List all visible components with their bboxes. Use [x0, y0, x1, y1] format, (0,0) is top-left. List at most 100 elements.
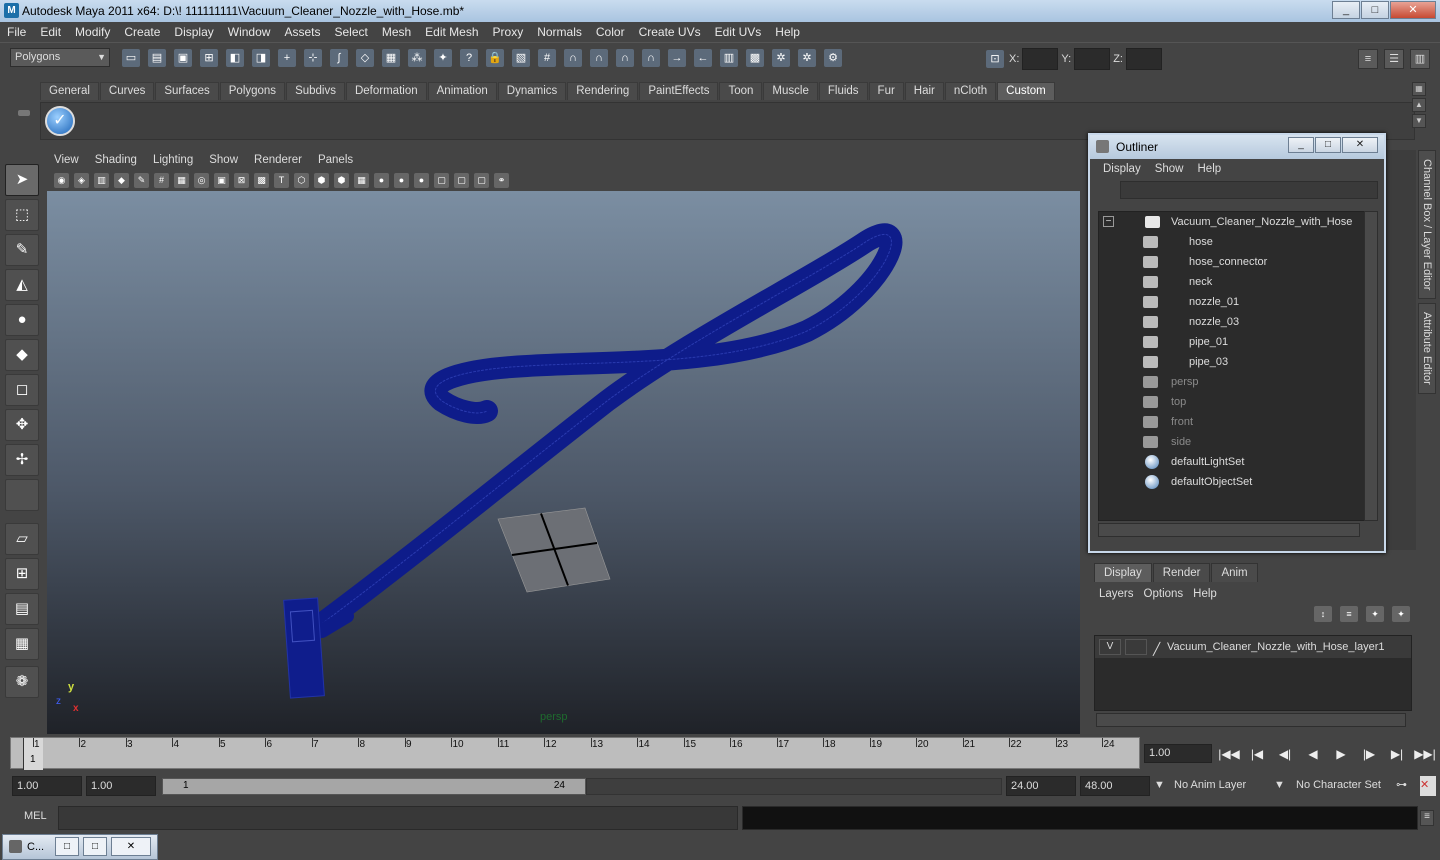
construction-history-icon[interactable]: ▥: [720, 49, 738, 67]
last-tool-icon[interactable]: [5, 479, 39, 511]
ipr-render-icon[interactable]: ✲: [798, 49, 816, 67]
grease-pencil-icon[interactable]: ✎: [134, 172, 149, 188]
new-scene-icon[interactable]: ▭: [122, 49, 140, 67]
wireframe-icon[interactable]: ⬡: [294, 172, 309, 188]
outliner-menu-help[interactable]: Help: [1191, 163, 1229, 175]
range-slider-bar[interactable]: 1 24: [162, 778, 586, 795]
safe-action-icon[interactable]: ▩: [254, 172, 269, 188]
outliner-close-button[interactable]: ✕: [1342, 137, 1378, 153]
persp-graph-layout-icon[interactable]: ▦: [5, 628, 39, 660]
universal-manipulator-icon[interactable]: ✥: [5, 409, 39, 441]
list-item[interactable]: top: [1099, 392, 1365, 412]
menu-color[interactable]: Color: [589, 25, 632, 39]
playback-start-field[interactable]: 1.00: [86, 776, 156, 796]
time-slider[interactable]: 1 1 2 3 4 5 6 7 8 9 10 11 12 13 14 15 16 17 18 19 20 21 22 23 2…: [10, 737, 1140, 770]
gate-mask-icon[interactable]: ▣: [214, 172, 229, 188]
shelf-tab-animation[interactable]: Animation: [427, 82, 497, 100]
menu-edit-mesh[interactable]: Edit Mesh: [418, 25, 485, 39]
shelf-tab-custom[interactable]: Custom: [997, 82, 1055, 100]
rotate-tool-icon[interactable]: ◆: [5, 339, 39, 371]
menu-edit-uvs[interactable]: Edit UVs: [708, 25, 769, 39]
chevron-down-icon[interactable]: ▼: [1274, 776, 1288, 796]
go-to-start-icon[interactable]: |◀◀: [1216, 744, 1242, 764]
layer-tab-anim[interactable]: Anim: [1211, 563, 1258, 582]
outliner-titlebar[interactable]: Outliner _ □ ✕: [1090, 135, 1384, 159]
select-misc-icon[interactable]: ?: [460, 49, 478, 67]
shelf-tab-deformation[interactable]: Deformation: [345, 82, 427, 100]
step-forward-frame-icon[interactable]: ▶|: [1384, 744, 1410, 764]
auto-key-icon[interactable]: ⊶: [1396, 776, 1416, 796]
list-item[interactable]: hose: [1099, 232, 1365, 252]
menu-create[interactable]: Create: [117, 25, 167, 39]
select-deformations-icon[interactable]: ▦: [382, 49, 400, 67]
move-layer-up-icon[interactable]: ↕: [1314, 606, 1332, 622]
persp-outliner-layout-icon[interactable]: ▤: [5, 593, 39, 625]
use-all-lights-icon[interactable]: ●: [374, 172, 389, 188]
x-field[interactable]: [1022, 48, 1059, 70]
attribute-editor-toggle-icon[interactable]: ≡: [1358, 49, 1378, 69]
safe-title-icon[interactable]: T: [274, 172, 289, 188]
wireframe-on-shaded-icon[interactable]: ⬢: [334, 172, 349, 188]
select-handles-icon[interactable]: +: [278, 49, 296, 67]
select-curves-icon[interactable]: ∫: [330, 49, 348, 67]
panel-menu-shading[interactable]: Shading: [87, 154, 145, 166]
shelf-scroll-up-icon[interactable]: ▲: [1412, 98, 1426, 112]
end-time-field[interactable]: 48.00: [1080, 776, 1150, 796]
shelf-tab-general[interactable]: General: [40, 82, 99, 100]
render-settings-icon[interactable]: ⚙: [824, 49, 842, 67]
layer-menu-help[interactable]: Help: [1188, 588, 1222, 600]
animation-prefs-icon[interactable]: ✕: [1420, 776, 1436, 796]
select-object-icon[interactable]: ◧: [226, 49, 244, 67]
shelf-tab-hair[interactable]: Hair: [904, 82, 944, 100]
select-dynamics-icon[interactable]: ⁂: [408, 49, 426, 67]
snap-plane-icon[interactable]: ∩: [616, 49, 634, 67]
step-back-key-icon[interactable]: ◀|: [1272, 744, 1298, 764]
isolate-select-icon[interactable]: ▢: [434, 172, 449, 188]
render-current-icon[interactable]: ✲: [772, 49, 790, 67]
step-back-frame-icon[interactable]: |◀: [1244, 744, 1270, 764]
snap-grid-icon[interactable]: #: [538, 49, 556, 67]
move-tool-icon[interactable]: ●: [5, 304, 39, 336]
shelf-tab-polygons[interactable]: Polygons: [219, 82, 286, 100]
shelf-tab-rendering[interactable]: Rendering: [567, 82, 639, 100]
xray-components-icon[interactable]: ⚭: [494, 172, 509, 188]
camera-attributes-icon[interactable]: ◉: [54, 172, 69, 188]
panel-menu-panels[interactable]: Panels: [310, 154, 361, 166]
snap-point-icon[interactable]: ∩: [590, 49, 608, 67]
2d-pan-zoom-icon[interactable]: ◆: [114, 172, 129, 188]
xray-joints-icon[interactable]: ▢: [474, 172, 489, 188]
select-hierarchy-icon[interactable]: ⊞: [200, 49, 218, 67]
menu-set-select[interactable]: Polygons ▼: [10, 48, 110, 67]
z-field[interactable]: [1125, 48, 1162, 70]
menu-mesh[interactable]: Mesh: [375, 25, 418, 39]
list-item[interactable]: front: [1099, 412, 1365, 432]
script-editor-icon[interactable]: ≡: [1420, 810, 1434, 826]
smooth-shade-icon[interactable]: ⬢: [314, 172, 329, 188]
shelf-tab-surfaces[interactable]: Surfaces: [155, 82, 219, 100]
list-item[interactable]: pipe_01: [1099, 332, 1365, 352]
step-forward-key-icon[interactable]: |▶: [1356, 744, 1382, 764]
layer-menu-layers[interactable]: Layers: [1094, 588, 1139, 600]
shelf-tab-fluids[interactable]: Fluids: [818, 82, 868, 100]
menu-window[interactable]: Window: [221, 25, 278, 39]
menu-select[interactable]: Select: [327, 25, 374, 39]
select-component-icon[interactable]: ◨: [252, 49, 270, 67]
soft-modification-icon[interactable]: ✢: [5, 444, 39, 476]
open-scene-icon[interactable]: ▤: [148, 49, 166, 67]
collapse-icon[interactable]: −: [1103, 216, 1114, 227]
menu-modify[interactable]: Modify: [68, 25, 117, 39]
layer-menu-options[interactable]: Options: [1139, 588, 1189, 600]
menu-display[interactable]: Display: [167, 25, 220, 39]
field-chart-icon[interactable]: ⊠: [234, 172, 249, 188]
list-item[interactable]: pipe_03: [1099, 352, 1365, 372]
menu-edit[interactable]: Edit: [33, 25, 68, 39]
shelf-handle[interactable]: [14, 80, 34, 140]
range-slider-track[interactable]: [586, 778, 1002, 795]
select-tool-icon[interactable]: ➤: [5, 164, 39, 196]
mel-label[interactable]: MEL: [24, 810, 47, 822]
shelf-tab-painteffects[interactable]: PaintEffects: [639, 82, 719, 100]
panel-menu-renderer[interactable]: Renderer: [246, 154, 310, 166]
four-view-layout-icon[interactable]: ⊞: [5, 558, 39, 590]
close-button[interactable]: ✕: [1390, 1, 1436, 19]
play-forwards-icon[interactable]: ▶: [1328, 744, 1354, 764]
